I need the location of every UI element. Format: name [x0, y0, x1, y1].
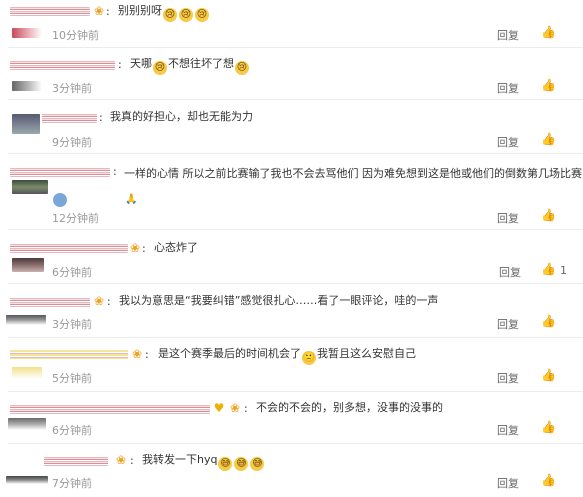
comment-text: 天哪 😢 不想往坏了想 😢	[130, 57, 249, 75]
timestamp: 3分钟前	[52, 318, 92, 331]
avatar[interactable]	[8, 418, 46, 430]
timestamp: 7分钟前	[52, 477, 92, 490]
username-redacted[interactable]	[10, 244, 128, 253]
username-redacted[interactable]	[44, 457, 108, 466]
pray-emoji-icon: 🙏	[53, 193, 137, 207]
like-icon[interactable]: 👍	[541, 473, 556, 487]
comment-text: 我转发一下hyq 😅 😅 😅	[142, 453, 265, 471]
username-redacted[interactable]	[10, 7, 90, 16]
vip-badge-icon: ❀	[131, 347, 143, 361]
cry-emoji-icon: 😢	[153, 61, 167, 75]
comment-list: ❀ : 别别别呀 😢 😢 😢 10分钟前 回复 👍 : 天哪 😢 不想往坏了想 😢 3分钟前…	[0, 0, 583, 497]
like-icon[interactable]: 👍	[541, 132, 556, 146]
username-redacted[interactable]	[10, 298, 90, 307]
cry-emoji-icon: 😢	[235, 61, 249, 75]
colon: :	[130, 454, 134, 467]
vip-badge-icon: ❀	[93, 4, 105, 18]
sweat-emoji-icon: 😅	[234, 457, 249, 471]
reply-button[interactable]: 回复	[497, 422, 519, 438]
heart-icon: ♥	[213, 401, 225, 415]
comment-item: ❀ : 是这个赛季最后的时间机会了 🙁 我暂且这么安慰自己 5分钟前 回复 👍	[0, 338, 583, 392]
colon: :	[106, 5, 110, 18]
comment-text: 我真的好担心，却也无能为力	[110, 110, 253, 123]
reply-button[interactable]: 回复	[499, 264, 521, 280]
vip-badge-icon: ❀	[115, 453, 127, 467]
timestamp: 12分钟前	[52, 212, 99, 225]
like-icon[interactable]: 👍	[541, 262, 556, 276]
like-icon[interactable]: 👍	[541, 78, 556, 92]
comment-text: 心态炸了	[154, 241, 198, 254]
timestamp: 5分钟前	[52, 372, 92, 385]
colon: :	[107, 295, 111, 308]
reply-button[interactable]: 回复	[497, 134, 519, 150]
timestamp: 3分钟前	[52, 82, 92, 95]
vip-badge-icon: ❀	[129, 241, 141, 255]
username-redacted[interactable]	[42, 114, 97, 123]
username-redacted[interactable]	[10, 350, 128, 359]
comment-item: ❀ : 别别别呀 😢 😢 😢 10分钟前 回复 👍	[0, 0, 583, 48]
like-icon[interactable]: 👍	[541, 420, 556, 434]
like-icon[interactable]: 👍	[541, 314, 556, 328]
reply-button[interactable]: 回复	[497, 370, 519, 386]
sweat-emoji-icon: 😅	[250, 457, 265, 471]
cry-emoji-icon: 😢	[179, 8, 193, 22]
comment-item: : 天哪 😢 不想往坏了想 😢 3分钟前 回复 👍	[0, 48, 583, 100]
timestamp: 10分钟前	[52, 29, 99, 42]
sad-emoji-icon: 🙁	[302, 351, 316, 365]
comment-item: ♥ ❀ : 不会的不会的，别多想，没事的没事的 6分钟前 回复 👍	[0, 392, 583, 444]
avatar[interactable]	[6, 476, 48, 484]
colon: :	[142, 242, 146, 255]
avatar[interactable]	[12, 367, 42, 379]
comment-item: ❀ : 心态炸了 6分钟前 回复 👍 1	[0, 230, 583, 284]
avatar[interactable]	[6, 315, 46, 325]
like-icon[interactable]: 👍	[541, 208, 556, 222]
reply-button[interactable]: 回复	[497, 210, 519, 226]
sweat-emoji-icon: 😅	[218, 457, 233, 471]
timestamp: 9分钟前	[52, 136, 92, 149]
comment-text: 不会的不会的，别多想，没事的没事的	[256, 401, 443, 414]
timestamp: 6分钟前	[52, 266, 92, 279]
comment-text: 我以为意思是“我要纠错”感觉很扎心……看了一眼评论，哇的一声	[119, 294, 439, 307]
username-redacted[interactable]	[10, 405, 210, 414]
avatar[interactable]	[12, 258, 44, 272]
like-icon[interactable]: 👍	[541, 368, 556, 382]
reply-button[interactable]: 回复	[497, 80, 519, 96]
timestamp: 6分钟前	[52, 424, 92, 437]
vip-badge-icon: ❀	[229, 401, 241, 415]
avatar[interactable]	[12, 81, 42, 91]
reply-button[interactable]: 回复	[497, 27, 519, 43]
avatar[interactable]	[12, 180, 48, 194]
avatar[interactable]	[12, 28, 42, 38]
comment-text: 一样的心情 所以之前比赛输了我也不会去骂他们 因为难免想到这是他或他们的倒数第几…	[52, 163, 582, 207]
reply-button[interactable]: 回复	[497, 316, 519, 332]
comment-item: : 我真的好担心，却也无能为力 9分钟前 回复 👍	[0, 100, 583, 154]
colon: :	[244, 402, 248, 415]
colon: :	[118, 58, 122, 71]
cry-emoji-icon: 😢	[163, 8, 177, 22]
comment-text: 是这个赛季最后的时间机会了 🙁 我暂且这么安慰自己	[158, 347, 416, 365]
vip-badge-icon: ❀	[93, 294, 105, 308]
comment-item: ❀ : 我以为意思是“我要纠错”感觉很扎心……看了一眼评论，哇的一声 3分钟前 …	[0, 284, 583, 338]
colon: :	[99, 111, 103, 124]
like-count: 1	[560, 264, 567, 277]
colon: :	[145, 348, 149, 361]
like-icon[interactable]: 👍	[541, 25, 556, 39]
reply-button[interactable]: 回复	[497, 475, 519, 491]
cry-emoji-icon: 😢	[195, 8, 209, 22]
comment-text: 别别别呀 😢 😢 😢	[118, 4, 209, 22]
avatar[interactable]	[12, 114, 40, 134]
username-redacted[interactable]	[10, 61, 115, 70]
comment-item: ❀ : 我转发一下hyq 😅 😅 😅 7分钟前 回复 👍	[0, 444, 583, 497]
comment-item: : 一样的心情 所以之前比赛输了我也不会去骂他们 因为难免想到这是他或他们的倒数…	[0, 154, 583, 230]
